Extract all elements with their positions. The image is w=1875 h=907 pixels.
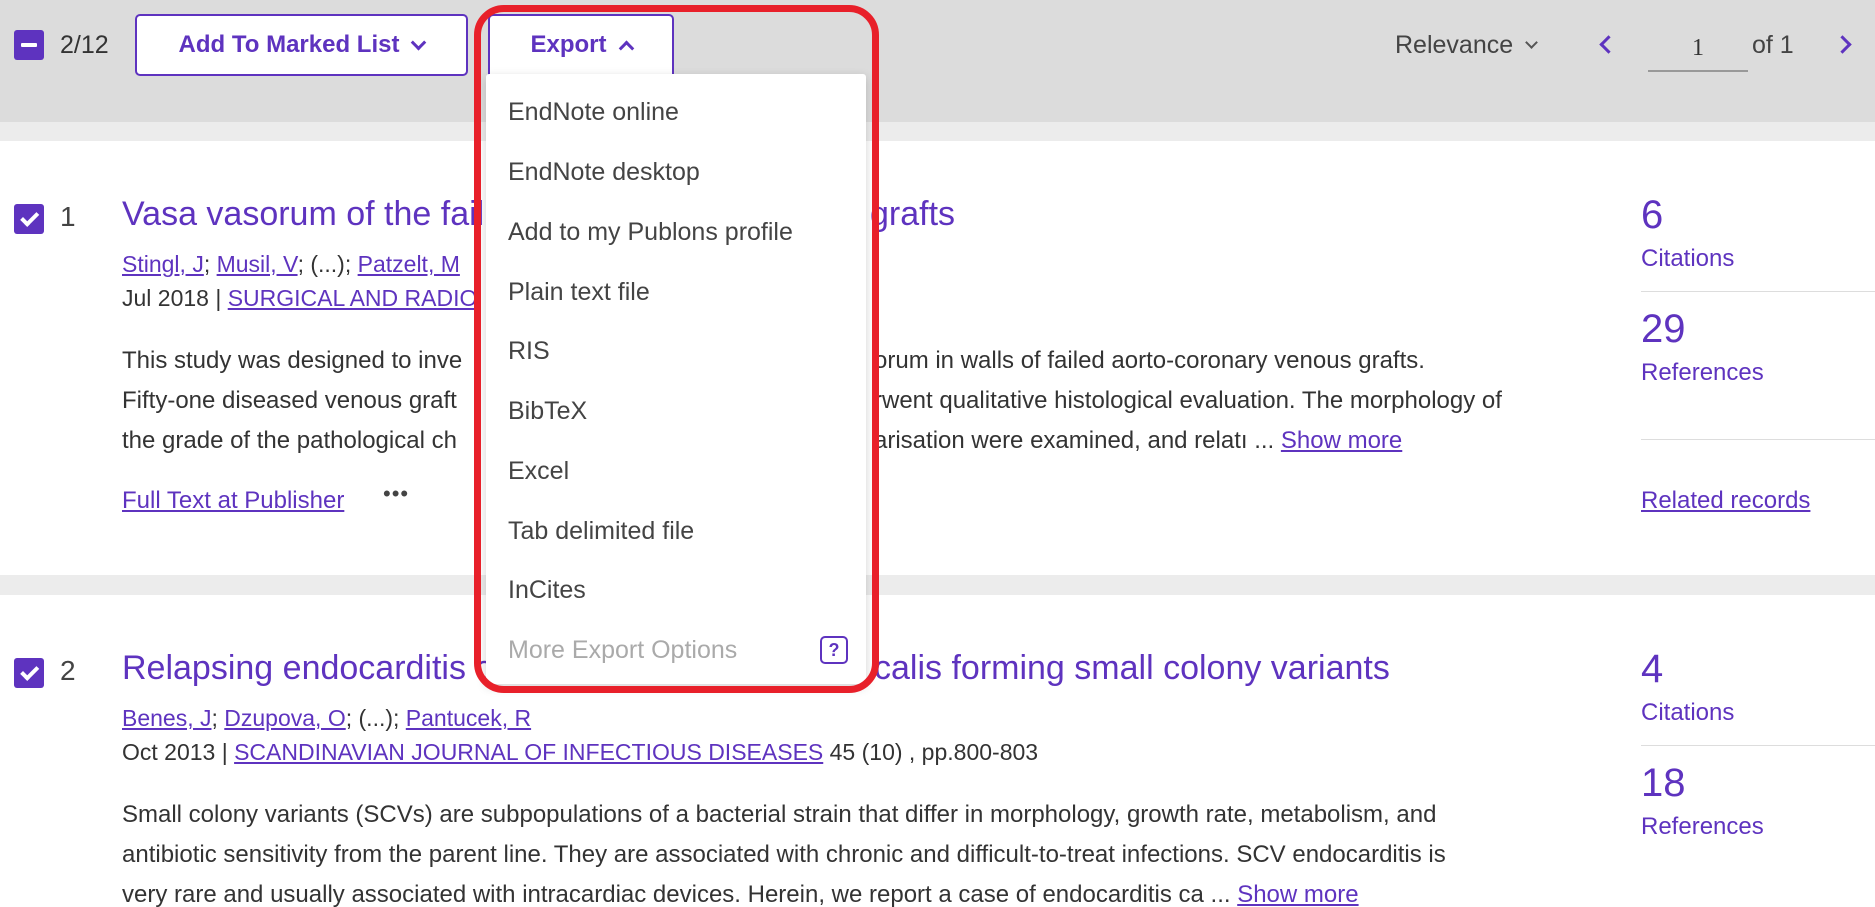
record-authors: Benes, J; Dzupova, O; (...); Pantucek, R (122, 705, 531, 732)
record-title-end[interactable]: grafts (870, 195, 955, 234)
export-ris[interactable]: RIS (508, 337, 550, 366)
export-tab-delimited[interactable]: Tab delimited file (508, 517, 694, 546)
abstract-text: orum in walls of failed aorto-coronary v… (874, 347, 1425, 374)
abstract-text: rwent qualitative histological evaluatio… (874, 387, 1502, 414)
previous-page-button[interactable] (1596, 32, 1620, 58)
citations-count[interactable]: 6 (1641, 193, 1663, 238)
abstract-text: arisation were examined, and relatı ... (874, 427, 1281, 454)
add-to-marked-list-label: Add To Marked List (178, 31, 400, 58)
author-link[interactable]: Pantucek, R (406, 705, 531, 731)
export-endnote-online[interactable]: EndNote online (508, 98, 679, 127)
full-text-link[interactable]: Full Text at Publisher (122, 487, 344, 515)
author-link[interactable]: Benes, J (122, 705, 212, 731)
sort-select[interactable]: Relevance (1395, 30, 1539, 60)
abstract-text: the grade of the pathological ch (122, 427, 457, 454)
record-checkbox[interactable] (14, 658, 44, 688)
chevron-down-icon (411, 34, 427, 50)
citations-label[interactable]: Citations (1641, 699, 1734, 727)
record-source: Oct 2013 | SCANDINAVIAN JOURNAL OF INFEC… (122, 739, 1038, 766)
journal-link[interactable]: SURGICAL AND RADIO (228, 285, 478, 311)
next-page-button[interactable] (1830, 32, 1854, 58)
abstract-text: Fifty-one diseased venous graft (122, 387, 457, 414)
abstract-text-end: arisation were examined, and relatı ... … (874, 421, 1402, 461)
help-icon[interactable]: ? (820, 636, 848, 664)
divider (1641, 439, 1875, 440)
export-button[interactable]: Export (488, 14, 674, 76)
record-abstract: Small colony variants (SCVs) are subpopu… (122, 795, 1582, 907)
record-volume: 45 (10) , pp.800-803 (823, 739, 1039, 765)
more-options-icon[interactable]: ••• (383, 481, 409, 507)
chevron-left-icon (1599, 35, 1618, 54)
show-more-link[interactable]: Show more (1281, 427, 1402, 454)
sort-label: Relevance (1395, 31, 1514, 59)
author-sep: ; (211, 705, 225, 731)
chevron-right-icon (1833, 35, 1852, 54)
export-menu: EndNote online EndNote desktop Add to my… (486, 74, 866, 684)
record-title[interactable]: Vasa vasorum of the fail (122, 195, 484, 234)
author-link[interactable]: Dzupova, O (224, 705, 345, 731)
abstract-text: This study was designed to inve (122, 347, 463, 374)
minus-icon (21, 43, 37, 47)
export-excel[interactable]: Excel (508, 457, 569, 486)
add-to-marked-list-button[interactable]: Add To Marked List (135, 14, 468, 76)
record-source: Jul 2018 | SURGICAL AND RADIO (122, 285, 477, 312)
record-authors: Stingl, J; Musil, V; (...); Patzelt, M (122, 251, 460, 278)
references-count[interactable]: 18 (1641, 761, 1686, 806)
references-count[interactable]: 29 (1641, 307, 1686, 352)
related-records-link[interactable]: Related records (1641, 487, 1810, 515)
export-plain-text[interactable]: Plain text file (508, 278, 650, 307)
checkmark-icon (20, 207, 40, 227)
page-total: of 1 (1752, 31, 1794, 59)
author-link[interactable]: Musil, V (217, 251, 298, 277)
record-number: 1 (60, 201, 76, 232)
export-bibtex[interactable]: BibTeX (508, 397, 587, 426)
record-title[interactable]: Relapsing endocarditis c (122, 649, 492, 688)
divider (1641, 291, 1875, 292)
export-label: Export (530, 31, 607, 58)
export-publons[interactable]: Add to my Publons profile (508, 218, 793, 247)
abstract-text: very rare and usually associated with in… (122, 881, 1238, 907)
citations-label[interactable]: Citations (1641, 245, 1734, 273)
journal-link[interactable]: SCANDINAVIAN JOURNAL OF INFECTIOUS DISEA… (234, 739, 823, 765)
chevron-up-icon (618, 40, 634, 56)
record-date: Jul 2018 | (122, 285, 228, 311)
citations-count[interactable]: 4 (1641, 647, 1663, 692)
result-record: 2 Relapsing endocarditis c calis forming… (0, 595, 1875, 907)
checkmark-icon (20, 661, 40, 681)
author-link[interactable]: Patzelt, M (358, 251, 460, 277)
author-sep: ; (...); (345, 705, 406, 731)
references-label[interactable]: References (1641, 813, 1764, 841)
abstract-line: very rare and usually associated with in… (122, 875, 1582, 907)
abstract-line: antibiotic sensitivity from the parent l… (122, 841, 1446, 868)
result-record: 1 Vasa vasorum of the fail grafts Stingl… (0, 141, 1875, 575)
select-all-checkbox[interactable] (14, 30, 44, 60)
author-sep: ; (203, 251, 217, 277)
author-link[interactable]: Stingl, J (122, 251, 204, 277)
record-title-end[interactable]: calis forming small colony variants (874, 649, 1390, 688)
record-number: 2 (60, 655, 76, 686)
chevron-down-icon (1525, 35, 1539, 49)
results-toolbar: 2/12 Add To Marked List Export Relevance… (0, 0, 1875, 122)
selected-count: 2/12 (60, 31, 109, 59)
divider (1641, 745, 1875, 746)
author-sep: ; (...); (297, 251, 358, 277)
record-checkbox[interactable] (14, 204, 44, 234)
record-date: Oct 2013 | (122, 739, 235, 765)
more-export-options: More Export Options (508, 636, 738, 664)
abstract-line: Small colony variants (SCVs) are subpopu… (122, 801, 1437, 828)
export-incites[interactable]: InCites (508, 576, 586, 605)
references-label[interactable]: References (1641, 359, 1764, 387)
page-number-input[interactable] (1648, 26, 1748, 72)
export-endnote-desktop[interactable]: EndNote desktop (508, 158, 700, 187)
show-more-link[interactable]: Show more (1237, 881, 1358, 907)
